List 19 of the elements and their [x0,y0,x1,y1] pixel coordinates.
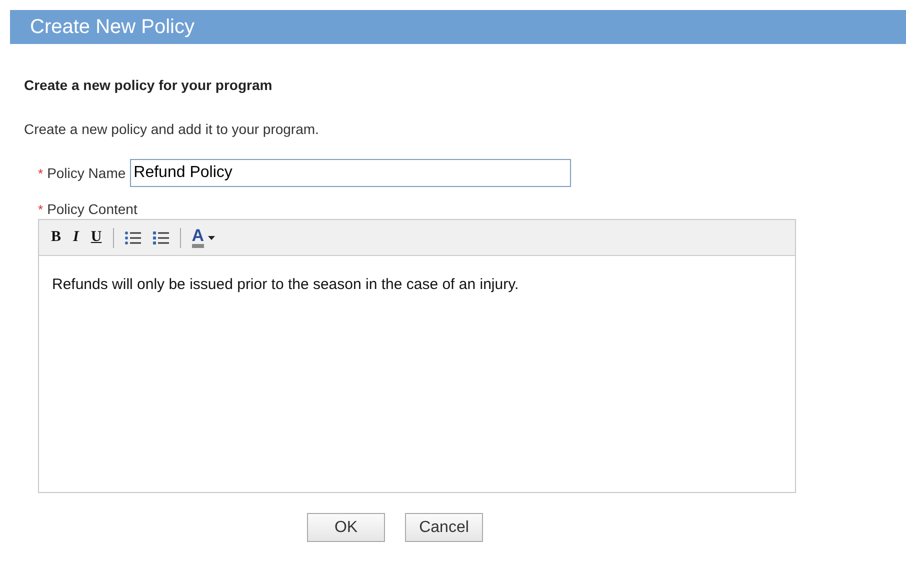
policy-name-field[interactable]: Refund Policy [130,159,571,187]
rich-text-editor[interactable]: B I U A Refunds will only be issued prior to the season in the case of an injury. [38,219,796,493]
bulleted-list-icon[interactable] [124,230,142,246]
font-color-button[interactable]: A [188,228,219,248]
editor-text: Refunds will only be issued prior to the season in the case of an injury. [51,275,520,293]
field-label: Policy Content [47,201,138,217]
italic-button[interactable]: I [69,229,83,246]
field-label: Policy Name [47,165,126,181]
bold-button[interactable]: B [47,229,66,246]
ok-button[interactable]: OK [307,513,385,542]
section-heading: Create a new policy for your program [24,77,274,93]
dialog-title: Create New Policy [30,16,195,38]
cancel-button[interactable]: Cancel [405,513,483,542]
required-marker: * [38,166,44,180]
required-marker: * [38,202,44,217]
caret-icon [208,236,215,240]
numbered-list-icon[interactable] [152,230,170,246]
description-text: Create a new policy and add it to your program. [24,121,320,137]
underline-button[interactable]: U [86,229,106,246]
